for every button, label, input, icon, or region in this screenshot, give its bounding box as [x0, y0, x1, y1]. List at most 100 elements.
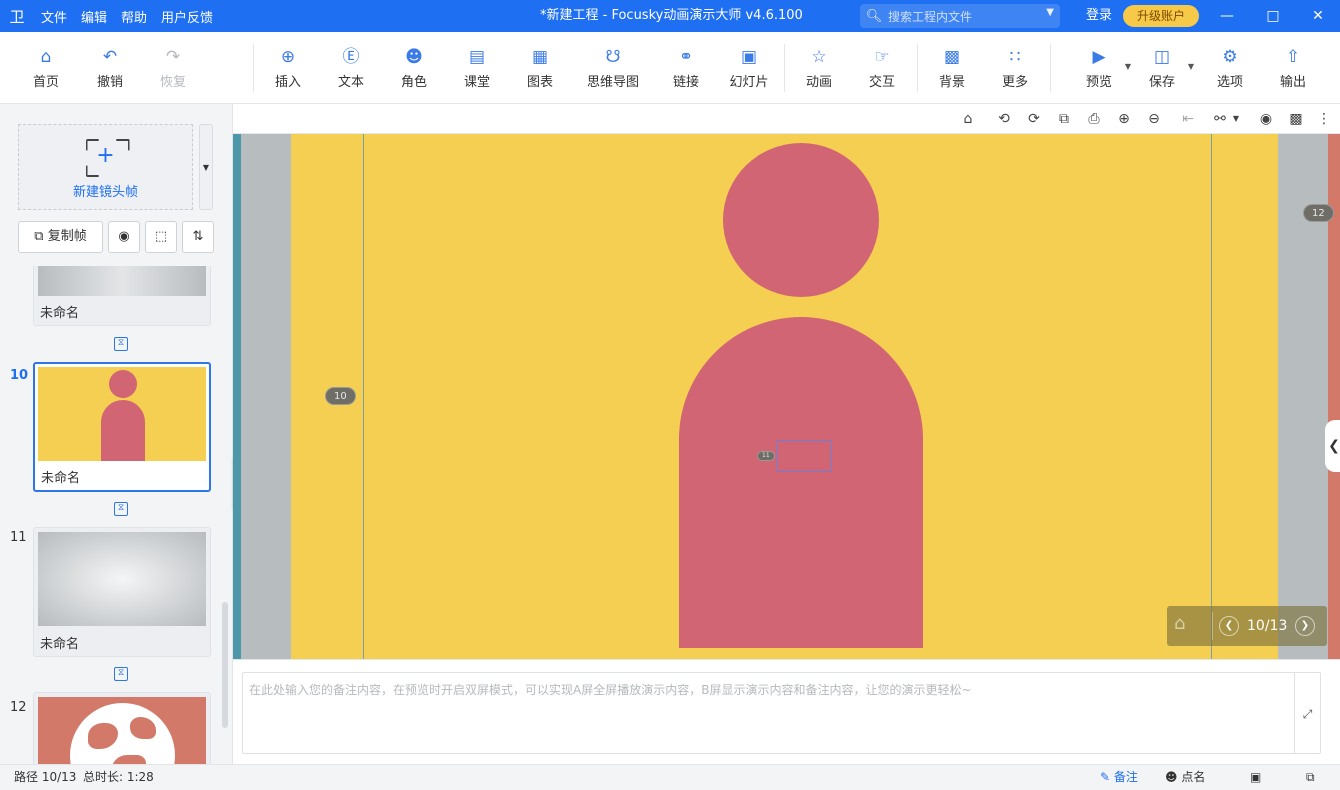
menu-help[interactable]: 帮助 — [114, 7, 154, 26]
play-icon: ▶ — [1092, 47, 1106, 67]
chevron-down-icon[interactable]: ▼ — [1125, 62, 1131, 71]
frame-thumbnail — [38, 697, 206, 764]
screen-icon[interactable]: ▣ — [1250, 765, 1261, 790]
upgrade-button[interactable]: 升级账户 — [1123, 5, 1199, 27]
frame-thumbnail — [38, 532, 206, 626]
search-box[interactable]: 🔍︎ 搜索工程内文件 ▼ — [860, 4, 1060, 28]
figure-head-thumb — [109, 370, 137, 398]
settings-image-icon[interactable]: ▩ — [1287, 110, 1305, 128]
more-icon[interactable]: ⋮ — [1315, 110, 1333, 128]
add-frame-icon: + — [86, 139, 126, 173]
rotate-left-icon[interactable]: ⟲ — [995, 110, 1013, 128]
transition-icon[interactable]: ⧖ — [114, 667, 128, 681]
editing-canvas[interactable]: 10 12 11 ❮ — [233, 134, 1340, 659]
rollcall-toggle[interactable]: ☻ 点名 — [1165, 765, 1205, 790]
frame-card-active[interactable]: 未命名 — [33, 362, 211, 492]
frame-card[interactable]: 未命名 — [33, 266, 211, 326]
figure-body[interactable] — [679, 317, 923, 648]
edit-icon: ✎ — [1100, 770, 1111, 784]
new-frame-button[interactable]: + 新建镜头帧 — [18, 124, 193, 210]
preview-button[interactable]: ▶ 预览 ▼ — [1069, 46, 1131, 90]
window-icon[interactable]: ⧉ — [1306, 765, 1315, 790]
close-icon[interactable]: ✕ — [1303, 0, 1333, 32]
search-placeholder: 搜索工程内文件 — [888, 9, 973, 24]
globe-land — [112, 755, 146, 764]
frame-counter: 10/13 — [1247, 618, 1288, 634]
canvas-edge — [233, 134, 241, 659]
login-link[interactable]: 登录 — [1086, 0, 1112, 32]
home-button[interactable]: ⌂ 首页 — [16, 46, 76, 90]
chevron-left-icon: ❮ — [1328, 438, 1340, 454]
expand-notes-button[interactable]: ⤢ — [1294, 672, 1321, 754]
slides-button[interactable]: ▣ 幻灯片 — [719, 46, 779, 90]
options-button[interactable]: ⚙ 选项 — [1200, 46, 1260, 90]
more-button[interactable]: ∷ 更多 — [985, 46, 1045, 90]
interaction-button[interactable]: ☞ 交互 — [852, 46, 912, 90]
person-icon: ☻ — [1165, 770, 1178, 784]
rotate-right-icon[interactable]: ⟳ — [1025, 110, 1043, 128]
classroom-button[interactable]: ▤ 课堂 — [447, 46, 507, 90]
link-button[interactable]: ⚭ 链接 — [656, 46, 716, 90]
frame-list-scrollbar[interactable] — [222, 602, 228, 728]
align-icon[interactable]: ⇤ — [1179, 110, 1197, 128]
chart-button[interactable]: ▦ 图表 — [510, 46, 570, 90]
menu-file[interactable]: 文件 — [34, 7, 74, 26]
status-bar: 路径 10/13 总时长: 1:28 ✎ 备注 ☻ 点名 ▣ ⧉ — [0, 764, 1340, 789]
expand-icon: ⤢ — [1302, 707, 1313, 721]
animation-button[interactable]: ☆ 动画 — [789, 46, 849, 90]
redo-button[interactable]: ↷ 恢复 — [143, 46, 203, 90]
bar-chart-icon: ▦ — [531, 47, 549, 67]
figure-head[interactable] — [723, 143, 879, 297]
nav-divider — [1212, 612, 1213, 640]
menu-edit[interactable]: 编辑 — [74, 7, 114, 26]
text-button[interactable]: Ⓔ 文本 — [321, 46, 381, 90]
export-button[interactable]: ⇧ 输出 — [1263, 46, 1323, 90]
camera-icon[interactable]: ◉ — [1257, 110, 1275, 128]
save-button[interactable]: ◫ 保存 ▼ — [1132, 46, 1194, 90]
menu-feedback[interactable]: 用户反馈 — [154, 7, 220, 26]
selection-box[interactable] — [777, 440, 831, 472]
background-button[interactable]: ▩ 背景 — [922, 46, 982, 90]
text-icon: Ⓔ — [342, 47, 360, 67]
copy-icon[interactable]: ⧉ — [1055, 110, 1073, 128]
chevron-down-icon[interactable]: ▼ — [1046, 7, 1054, 18]
prev-frame-icon[interactable]: ❮ — [1219, 616, 1239, 636]
home-icon[interactable]: ⌂ — [1174, 613, 1185, 634]
paste-icon[interactable]: ⎙ — [1085, 110, 1103, 128]
copy-frame-button[interactable]: ⧉ 复制帧 — [18, 221, 103, 253]
role-button[interactable]: ☻ 角色 — [384, 46, 444, 90]
frame-badge[interactable]: 10 — [325, 387, 356, 405]
notes-toggle[interactable]: ✎ 备注 — [1100, 765, 1138, 790]
fit-frame-icon: ⬚ — [154, 229, 168, 244]
globe-land — [88, 723, 118, 749]
zoom-out-icon[interactable]: ⊖ — [1145, 110, 1163, 128]
snapshot-button[interactable]: ◉ — [108, 221, 140, 253]
reorder-frame-button[interactable]: ⇅ — [182, 221, 214, 253]
transition-icon[interactable]: ⧖ — [114, 502, 128, 516]
mindmap-button[interactable]: ☋ 思维导图 — [583, 46, 643, 90]
maximize-icon[interactable]: □ — [1258, 0, 1288, 32]
minimize-icon[interactable]: — — [1212, 0, 1242, 32]
fit-frame-button[interactable]: ⬚ — [145, 221, 177, 253]
chevron-down-icon[interactable]: ▼ — [1227, 110, 1245, 128]
window-title: *新建工程 - Focusky动画演示大师 v4.6.100 — [540, 8, 803, 23]
chevron-down-icon[interactable]: ▼ — [1188, 62, 1194, 71]
home-view-icon[interactable]: ⌂ — [959, 110, 977, 128]
toolbar-divider — [253, 44, 254, 92]
undo-button[interactable]: ↶ 撤销 — [80, 46, 140, 90]
frame-badge[interactable]: 11 — [757, 451, 775, 461]
zoom-in-icon[interactable]: ⊕ — [1115, 110, 1133, 128]
notes-panel: ⤢ — [233, 659, 1340, 764]
insert-button[interactable]: ⊕ 插入 — [258, 46, 318, 90]
transition-icon[interactable]: ⧖ — [114, 337, 128, 351]
home-icon: ⌂ — [40, 47, 52, 67]
frame-badge[interactable]: 12 — [1303, 204, 1334, 222]
frame-card[interactable] — [33, 692, 211, 764]
toolbar-divider — [1050, 44, 1051, 92]
frame-card[interactable]: 未命名 — [33, 527, 211, 657]
new-frame-dropdown[interactable]: ▼ — [199, 124, 213, 210]
notes-input[interactable] — [242, 672, 1294, 754]
expand-right-button[interactable]: ❮ — [1325, 420, 1340, 472]
next-frame-icon[interactable]: ❯ — [1295, 616, 1315, 636]
image-icon: ▣ — [740, 47, 758, 67]
